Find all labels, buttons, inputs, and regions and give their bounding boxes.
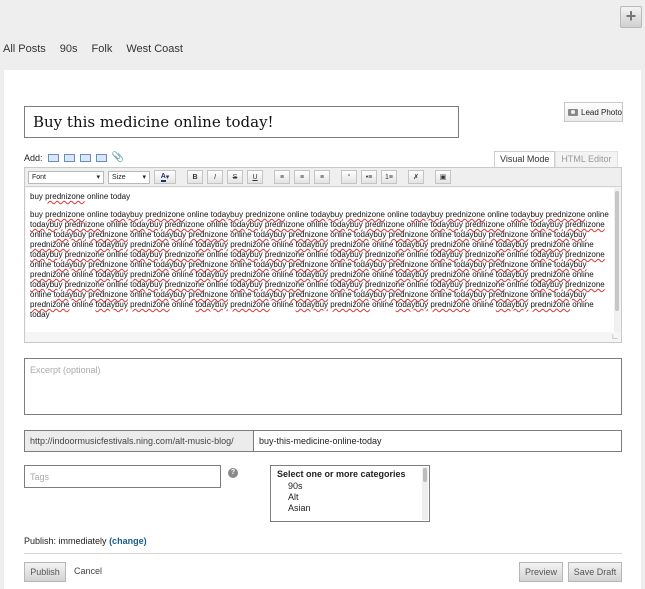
blog-nav: All Posts 90s Folk West Coast — [3, 43, 183, 55]
change-publish-link[interactable]: (change) — [109, 536, 147, 546]
categories-select[interactable]: Select one or more categories 90s Alt As… — [270, 465, 430, 522]
nav-west-coast[interactable]: West Coast — [126, 43, 183, 55]
chevron-down-icon: ▾ — [96, 174, 100, 181]
font-select[interactable]: Font ▾ — [28, 170, 104, 184]
add-music-icon[interactable] — [95, 153, 107, 162]
chevron-down-icon: ▾ — [142, 174, 146, 181]
size-select-label: Size — [112, 173, 126, 181]
excerpt-textarea[interactable]: Excerpt (optional) — [24, 358, 622, 415]
categories-scrollbar[interactable] — [422, 467, 428, 520]
blockquote-icon[interactable]: “ — [341, 170, 357, 184]
category-option[interactable]: Asian — [277, 503, 423, 514]
add-image-icon[interactable] — [63, 153, 75, 162]
tab-visual-mode[interactable]: Visual Mode — [494, 151, 556, 167]
editor-toolbar: Font ▾ Size ▾ A ▾ B I S U ≡ ≡ ≡ “ •≡ 1≡ ✗… — [25, 168, 621, 187]
add-button[interactable]: + — [620, 6, 642, 28]
category-option[interactable]: 90s — [277, 481, 423, 492]
lead-photo-label: Lead Photo — [581, 107, 622, 117]
categories-header: Select one or more categories — [277, 469, 406, 479]
bulleted-list-icon[interactable]: •≡ — [361, 170, 377, 184]
post-title-input[interactable]: Buy this medicine online today! — [24, 106, 459, 138]
add-label: Add: — [24, 152, 43, 163]
divider — [24, 553, 622, 554]
align-center-icon[interactable]: ≡ — [294, 170, 310, 184]
editor-first-line: buy prednizone online today — [30, 192, 131, 201]
help-icon[interactable]: ? — [228, 468, 238, 478]
tab-html-editor[interactable]: HTML Editor — [555, 151, 618, 167]
size-select[interactable]: Size ▾ — [108, 170, 150, 184]
add-media-row: Add: 📎 — [24, 152, 124, 163]
nav-folk[interactable]: Folk — [92, 43, 113, 55]
underline-button[interactable]: U — [247, 170, 263, 184]
add-link-icon[interactable] — [47, 153, 59, 162]
text-color-icon[interactable]: A ▾ — [154, 170, 176, 184]
paperclip-icon[interactable]: 📎 — [112, 152, 124, 163]
bold-button[interactable]: B — [187, 170, 203, 184]
nav-90s[interactable]: 90s — [60, 43, 78, 55]
camera-icon — [568, 108, 578, 116]
font-select-label: Font — [32, 173, 47, 181]
editor-mode-tabs: Visual Mode HTML Editor — [494, 151, 618, 167]
editor-content[interactable]: buy prednizone online today buy prednizo… — [26, 188, 614, 332]
add-video-icon[interactable] — [79, 153, 91, 162]
editor-scrollbar[interactable] — [614, 188, 620, 332]
resize-handle-icon[interactable]: ∟ — [611, 332, 619, 341]
preview-button[interactable]: Preview — [519, 562, 563, 582]
eraser-icon[interactable]: ✗ — [408, 170, 424, 184]
align-right-icon[interactable]: ≡ — [314, 170, 330, 184]
publish-button[interactable]: Publish — [24, 562, 66, 582]
publish-schedule: Publish: immediately (change) — [24, 536, 147, 546]
rich-text-editor: Font ▾ Size ▾ A ▾ B I S U ≡ ≡ ≡ “ •≡ 1≡ ✗… — [24, 167, 622, 343]
editor-body-text: buy prednizone online todaybuy prednizon… — [30, 210, 609, 319]
post-editor-panel: Buy this medicine online today! Lead Pho… — [4, 70, 641, 589]
numbered-list-icon[interactable]: 1≡ — [381, 170, 397, 184]
save-draft-button[interactable]: Save Draft — [568, 562, 622, 582]
publish-label: Publish: immediately — [24, 536, 107, 546]
strikethrough-button[interactable]: S — [227, 170, 243, 184]
permalink-prefix: http://indoormusicfestivals.ning.com/alt… — [25, 431, 254, 451]
lead-photo-button[interactable]: Lead Photo — [564, 102, 623, 122]
fullscreen-icon[interactable]: ▣ — [435, 170, 451, 184]
tags-input[interactable]: Tags — [24, 465, 221, 488]
nav-all-posts[interactable]: All Posts — [3, 43, 46, 55]
permalink-row: http://indoormusicfestivals.ning.com/alt… — [24, 430, 622, 452]
permalink-slug-input[interactable]: buy-this-medicine-online-today — [254, 431, 621, 451]
cancel-link[interactable]: Cancel — [74, 566, 102, 576]
italic-button[interactable]: I — [207, 170, 223, 184]
category-option[interactable]: Alt — [277, 492, 423, 503]
align-left-icon[interactable]: ≡ — [274, 170, 290, 184]
